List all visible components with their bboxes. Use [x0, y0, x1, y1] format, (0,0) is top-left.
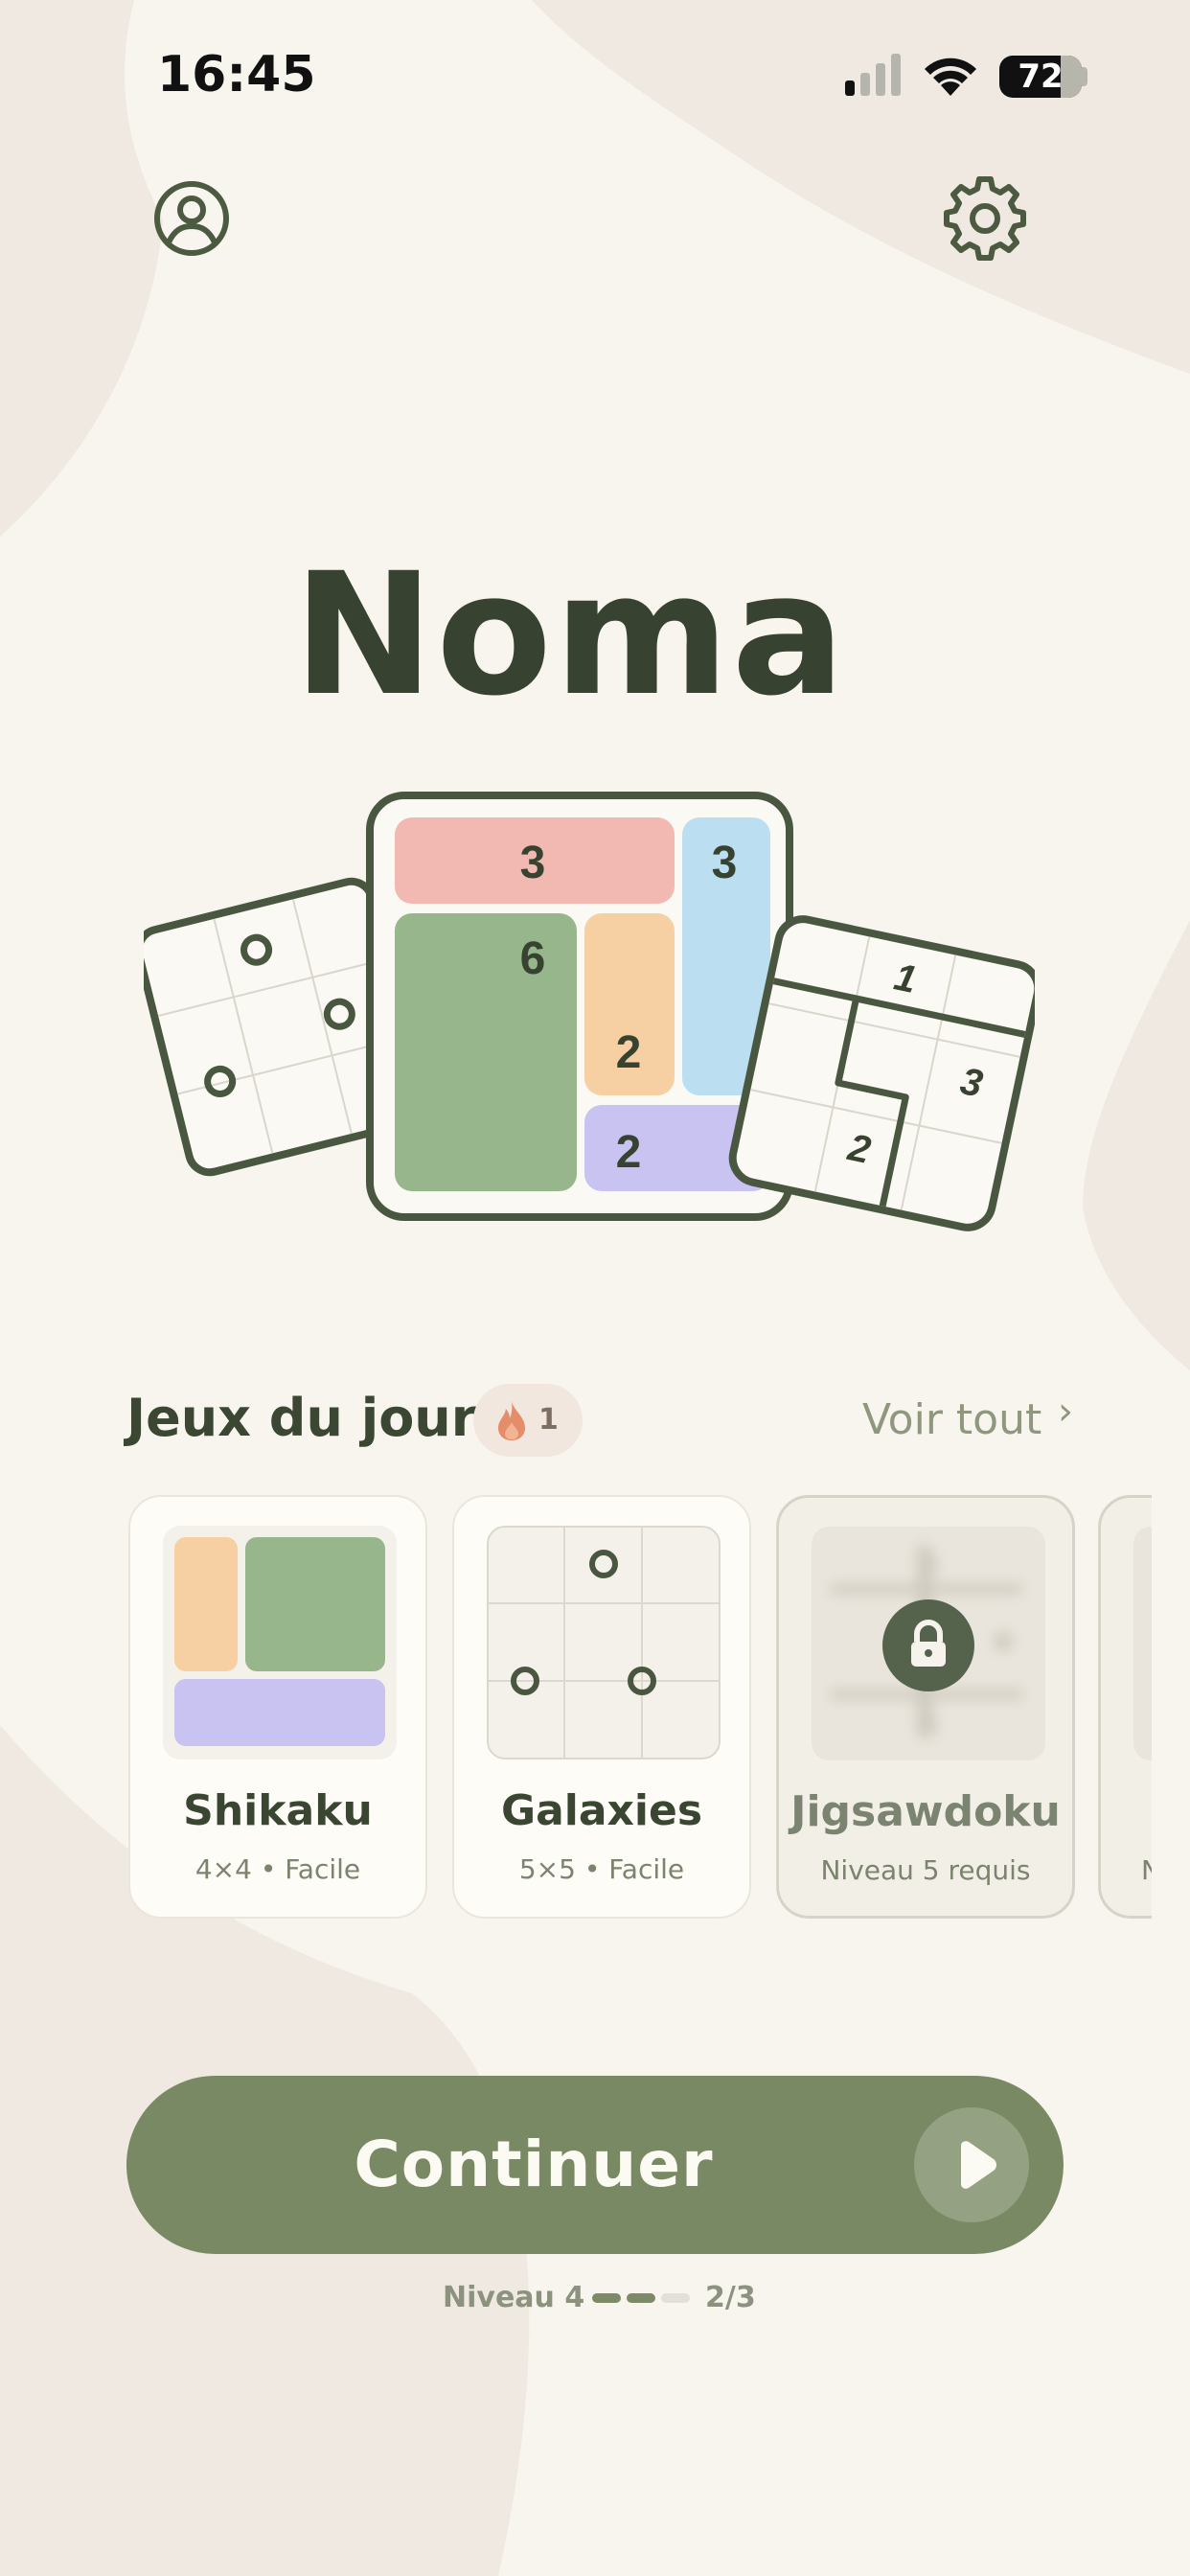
battery-tip — [1082, 67, 1087, 86]
daily-games-carousel[interactable]: Shikaku 4×4 • Facile Galaxies 5×5 • Faci… — [0, 1476, 1152, 1945]
hero-number: 3 — [520, 838, 546, 888]
cellular-signal-icon — [845, 54, 901, 96]
game-card-jigsawdoku[interactable]: Jigsawdoku Niveau 5 requis — [776, 1495, 1075, 1919]
streak-badge: 1 — [473, 1384, 583, 1457]
hero-number: 2 — [616, 1127, 642, 1178]
status-time: 16:45 — [157, 46, 316, 104]
battery-level: 72 — [1018, 58, 1064, 96]
play-icon — [914, 2107, 1029, 2222]
game-card-subtitle: Niveau 5 requis — [820, 1854, 1031, 1886]
wifi-icon — [925, 58, 976, 96]
level-label: Niveau 4 — [443, 2281, 585, 2314]
chevron-right-icon[interactable]: › — [1058, 1390, 1073, 1434]
hero-illustration: 3 3 6 2 2 1 3 2 — [144, 792, 1035, 1231]
progress-segment-filled — [592, 2293, 621, 2303]
game-card-shikaku[interactable]: Shikaku 4×4 • Facile — [128, 1495, 427, 1919]
game-card-title: Shikaku — [183, 1786, 373, 1835]
gear-icon[interactable] — [941, 174, 1029, 263]
streak-count: 1 — [538, 1403, 559, 1437]
flame-icon — [498, 1401, 525, 1440]
continue-label: Continuer — [354, 2128, 714, 2201]
game-card-title: Jigsawdoku — [790, 1787, 1061, 1836]
jigsaw-board-illustration: 1 3 2 — [728, 915, 1035, 1231]
lock-icon — [882, 1599, 974, 1691]
see-all-link[interactable]: Voir tout — [862, 1395, 1041, 1444]
continue-button[interactable]: Continuer — [126, 2076, 1064, 2254]
battery-icon: 72 — [999, 56, 1082, 98]
progress-count: 2/3 — [705, 2281, 756, 2314]
app-title: Noma — [292, 537, 848, 733]
galaxies-thumbnail — [487, 1526, 721, 1760]
game-card-subtitle: 5×5 • Facile — [518, 1853, 685, 1885]
hero-number: 3 — [712, 838, 738, 888]
game-card-partial[interactable]: N — [1098, 1495, 1152, 1919]
hero-number: 2 — [616, 1027, 642, 1078]
daily-games-title: Jeux du jour — [126, 1388, 477, 1448]
game-card-subtitle: 4×4 • Facile — [195, 1853, 361, 1885]
card-thumbnail — [1133, 1527, 1152, 1760]
game-card-title: Galaxies — [500, 1786, 703, 1835]
progress-segment-empty — [661, 2293, 690, 2303]
progress-segment-filled — [627, 2293, 655, 2303]
game-card-galaxies[interactable]: Galaxies 5×5 • Facile — [452, 1495, 751, 1919]
hero-number: 6 — [520, 933, 546, 984]
user-circle-icon[interactable] — [148, 174, 236, 263]
shikaku-board-illustration: 3 3 6 2 2 — [366, 792, 793, 1221]
shikaku-thumbnail — [163, 1526, 397, 1760]
game-card-subtitle: N — [1141, 1854, 1152, 1886]
